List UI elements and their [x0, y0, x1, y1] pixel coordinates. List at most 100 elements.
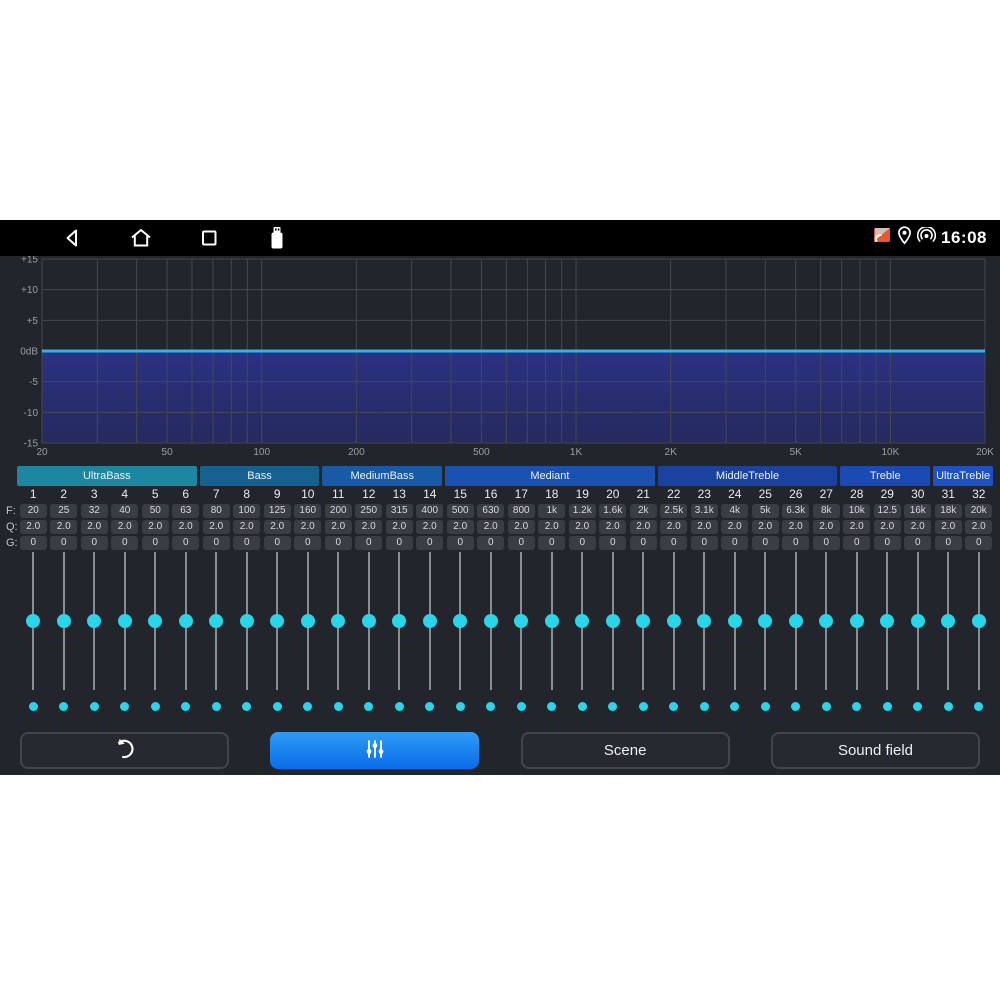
slider-knob[interactable] — [850, 614, 864, 628]
frequency-chip: 630 — [477, 504, 504, 518]
equalizer-button[interactable] — [270, 732, 479, 769]
gain-slider — [79, 552, 110, 690]
slider-knob[interactable] — [697, 614, 711, 628]
q-chip: 2.0 — [447, 520, 474, 534]
slider-knob[interactable] — [362, 614, 376, 628]
channel-dot[interactable] — [425, 702, 434, 711]
frequency-chip: 50 — [142, 504, 169, 518]
frequency-chip: 3.1k — [691, 504, 718, 518]
x-axis-tick-label: 20 — [36, 447, 48, 458]
slider-knob[interactable] — [667, 614, 681, 628]
gain-slider — [933, 552, 964, 690]
channel-dot[interactable] — [639, 702, 648, 711]
channel-dot[interactable] — [364, 702, 373, 711]
scene-button[interactable]: Scene — [521, 732, 730, 769]
slider-knob[interactable] — [392, 614, 406, 628]
reset-icon — [112, 736, 138, 766]
channel-dot[interactable] — [273, 702, 282, 711]
reset-button[interactable] — [20, 732, 229, 769]
channel-dot[interactable] — [242, 702, 251, 711]
slider-knob[interactable] — [484, 614, 498, 628]
channel-dot[interactable] — [59, 702, 68, 711]
q-chip: 2.0 — [386, 520, 413, 534]
channel-dot[interactable] — [181, 702, 190, 711]
channel-dot[interactable] — [913, 702, 922, 711]
channel-dot[interactable] — [852, 702, 861, 711]
slider-knob[interactable] — [118, 614, 132, 628]
gain-chip: 0 — [599, 536, 626, 550]
slider-knob[interactable] — [301, 614, 315, 628]
frequency-chip: 1.2k — [569, 504, 596, 518]
slider-knob[interactable] — [606, 614, 620, 628]
slider-knob[interactable] — [179, 614, 193, 628]
band-button[interactable]: Bass — [200, 466, 320, 486]
band-button[interactable]: UltraTreble — [933, 466, 993, 486]
channel-dot[interactable] — [486, 702, 495, 711]
y-axis-tick-label: +10 — [21, 285, 38, 296]
channel-dot[interactable] — [883, 702, 892, 711]
channel-dot[interactable] — [334, 702, 343, 711]
channel-dot[interactable] — [700, 702, 709, 711]
back-icon[interactable] — [60, 225, 86, 251]
band-label: UltraBass — [83, 470, 131, 482]
channel-dot[interactable] — [822, 702, 831, 711]
gain-slider — [201, 552, 232, 690]
slider-knob[interactable] — [331, 614, 345, 628]
gain-slider — [445, 552, 476, 690]
channel-dot[interactable] — [944, 702, 953, 711]
slider-knob[interactable] — [209, 614, 223, 628]
channel-number: 4 — [121, 487, 128, 501]
recents-icon[interactable] — [196, 225, 222, 251]
slider-knob[interactable] — [514, 614, 528, 628]
channel-dot[interactable] — [456, 702, 465, 711]
usb-icon[interactable] — [264, 225, 290, 251]
channel-dot[interactable] — [90, 702, 99, 711]
channel-dot[interactable] — [791, 702, 800, 711]
channel-dot[interactable] — [578, 702, 587, 711]
channel-dot[interactable] — [517, 702, 526, 711]
channel-dot[interactable] — [212, 702, 221, 711]
slider-knob[interactable] — [758, 614, 772, 628]
channel-dot[interactable] — [761, 702, 770, 711]
home-icon[interactable] — [128, 225, 154, 251]
channel-dot[interactable] — [608, 702, 617, 711]
slider-knob[interactable] — [148, 614, 162, 628]
channel-dot[interactable] — [669, 702, 678, 711]
slider-knob[interactable] — [26, 614, 40, 628]
slider-knob[interactable] — [240, 614, 254, 628]
band-button[interactable]: MediumBass — [322, 466, 442, 486]
slider-knob[interactable] — [728, 614, 742, 628]
sound-field-button[interactable]: Sound field — [771, 732, 980, 769]
band-button[interactable]: Mediant — [445, 466, 655, 486]
slider-knob[interactable] — [941, 614, 955, 628]
slider-knob[interactable] — [453, 614, 467, 628]
slider-knob[interactable] — [87, 614, 101, 628]
slider-knob[interactable] — [270, 614, 284, 628]
channel-dot[interactable] — [29, 702, 38, 711]
channel-dot[interactable] — [730, 702, 739, 711]
slider-knob[interactable] — [636, 614, 650, 628]
slider-knob[interactable] — [880, 614, 894, 628]
band-button[interactable]: MiddleTreble — [658, 466, 838, 486]
slider-knob[interactable] — [789, 614, 803, 628]
band-button[interactable]: Treble — [840, 466, 930, 486]
slider-knob[interactable] — [575, 614, 589, 628]
band-button[interactable]: UltraBass — [17, 466, 197, 486]
slider-knob[interactable] — [423, 614, 437, 628]
frequency-chip: 25 — [50, 504, 77, 518]
slider-knob[interactable] — [972, 614, 986, 628]
slider-knob[interactable] — [819, 614, 833, 628]
slider-knob[interactable] — [57, 614, 71, 628]
slider-knob[interactable] — [911, 614, 925, 628]
channel-dot[interactable] — [974, 702, 983, 711]
channel-dot[interactable] — [547, 702, 556, 711]
channel-dot[interactable] — [151, 702, 160, 711]
slider-knob[interactable] — [545, 614, 559, 628]
x-axis-tick-label: 5K — [790, 447, 803, 458]
channel-dot[interactable] — [395, 702, 404, 711]
channel-number: 15 — [454, 487, 467, 501]
channel-number: 13 — [393, 487, 406, 501]
gain-chip: 0 — [752, 536, 779, 550]
channel-dot[interactable] — [303, 702, 312, 711]
channel-dot[interactable] — [120, 702, 129, 711]
